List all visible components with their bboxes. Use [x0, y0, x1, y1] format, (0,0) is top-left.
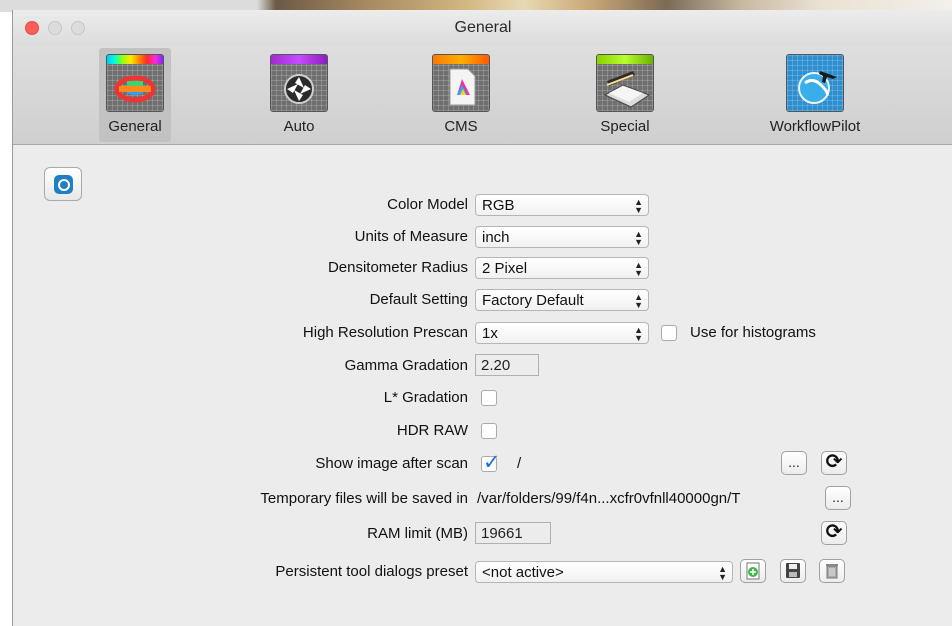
scanner-icon	[596, 54, 654, 112]
units-label: Units of Measure	[354, 228, 468, 245]
units-row: Units of Measure inch ▲ ▼	[13, 224, 952, 250]
tab-cms-label: CMS	[444, 118, 478, 135]
prescan-popup[interactable]: 1x ▲ ▼	[475, 322, 649, 344]
preferences-toolbar: General Auto CMS Special WorkflowPilot	[13, 46, 952, 145]
hdr-row: HDR RAW	[13, 418, 952, 444]
tab-general[interactable]: General	[99, 48, 171, 142]
popup-arrows-icon: ▲ ▼	[634, 325, 643, 343]
tab-special[interactable]: Special	[589, 48, 661, 142]
checkmark-icon: ✓	[483, 451, 501, 474]
default-setting-row: Default Setting Factory Default ▲ ▼	[13, 287, 952, 313]
tab-general-label: General	[108, 118, 162, 135]
tab-auto-label: Auto	[283, 118, 315, 135]
ram-label: RAM limit (MB)	[367, 525, 468, 542]
units-value: inch	[482, 229, 510, 246]
temp-files-path: /var/folders/99/f4n...xcfr0vfnll40000gn/…	[477, 490, 741, 507]
save-disk-icon	[786, 563, 800, 578]
tab-workflowpilot-label: WorkflowPilot	[769, 118, 861, 135]
hdr-checkbox[interactable]	[481, 423, 497, 439]
color-grid-icon	[106, 54, 164, 112]
show-image-browse-button[interactable]: ...	[781, 451, 807, 475]
gamma-label: Gamma Gradation	[344, 357, 468, 374]
tab-workflowpilot[interactable]: WorkflowPilot	[749, 48, 881, 142]
use-for-histograms-checkbox[interactable]	[661, 325, 677, 341]
workflow-pilot-icon	[786, 54, 844, 112]
popup-arrows-icon: ▲ ▼	[718, 564, 727, 582]
show-image-path: /	[517, 455, 522, 472]
gamma-field[interactable]: 2.20	[475, 354, 539, 376]
add-preset-button[interactable]	[740, 559, 766, 583]
color-model-value: RGB	[482, 197, 515, 214]
prescan-value: 1x	[482, 325, 498, 342]
popup-arrows-icon: ▲ ▼	[634, 292, 643, 310]
delete-preset-button[interactable]	[819, 559, 845, 583]
lstar-row: L* Gradation	[13, 385, 952, 411]
hdr-label: HDR RAW	[396, 422, 468, 439]
tab-special-label: Special	[600, 118, 650, 135]
prescan-label: High Resolution Prescan	[302, 324, 468, 341]
color-profile-icon	[432, 54, 490, 112]
units-popup[interactable]: inch ▲ ▼	[475, 226, 649, 248]
temp-files-label: Temporary files will be saved in	[260, 490, 468, 507]
color-model-popup[interactable]: RGB ▲ ▼	[475, 194, 649, 216]
show-image-row: Show image after scan ✓ / ... ⟳	[13, 451, 952, 477]
preset-popup[interactable]: <not active> ▲ ▼	[475, 561, 733, 583]
ram-row: RAM limit (MB) 19661 ⟳	[13, 521, 952, 547]
densitometer-popup[interactable]: 2 Pixel ▲ ▼	[475, 257, 649, 279]
title-bar: General	[13, 10, 952, 47]
trash-icon	[826, 564, 838, 579]
default-setting-popup[interactable]: Factory Default ▲ ▼	[475, 289, 649, 311]
gamma-row: Gamma Gradation 2.20	[13, 353, 952, 379]
tab-auto[interactable]: Auto	[263, 48, 335, 142]
preset-row: Persistent tool dialogs preset <not acti…	[13, 559, 952, 585]
densitometer-value: 2 Pixel	[482, 260, 528, 277]
window-title: General	[454, 19, 512, 36]
preferences-window: General General Auto CMS Special Workflo…	[12, 10, 952, 626]
temp-files-row: Temporary files will be saved in /var/fo…	[13, 486, 952, 512]
default-setting-label: Default Setting	[369, 291, 468, 308]
lstar-checkbox[interactable]	[481, 390, 497, 406]
preset-label: Persistent tool dialogs preset	[275, 563, 468, 580]
ram-reset-button[interactable]: ⟳	[821, 521, 847, 545]
preset-value: <not active>	[482, 564, 564, 581]
save-preset-button[interactable]	[780, 559, 806, 583]
temp-files-browse-button[interactable]: ...	[825, 486, 851, 510]
show-image-checkbox[interactable]: ✓	[481, 451, 501, 474]
default-setting-value: Factory Default	[482, 292, 584, 309]
color-model-row: Color Model RGB ▲ ▼	[13, 192, 952, 218]
aperture-icon	[270, 54, 328, 112]
densitometer-row: Densitometer Radius 2 Pixel ▲ ▼	[13, 255, 952, 281]
tab-cms[interactable]: CMS	[425, 48, 497, 142]
densitometer-label: Densitometer Radius	[327, 259, 468, 276]
show-image-label: Show image after scan	[315, 455, 468, 472]
popup-arrows-icon: ▲ ▼	[634, 197, 643, 215]
general-settings-panel: Color Model RGB ▲ ▼ Units of Measure inch…	[13, 145, 952, 626]
lstar-label: L* Gradation	[383, 389, 468, 406]
add-document-icon	[746, 562, 760, 580]
use-for-histograms-label: Use for histograms	[690, 324, 816, 341]
popup-arrows-icon: ▲ ▼	[634, 229, 643, 247]
prescan-row: High Resolution Prescan 1x ▲ ▼ Use for hi…	[13, 320, 952, 346]
show-image-reset-button[interactable]: ⟳	[821, 451, 847, 475]
popup-arrows-icon: ▲ ▼	[634, 260, 643, 278]
ram-field[interactable]: 19661	[475, 522, 551, 544]
color-model-label: Color Model	[387, 196, 468, 213]
